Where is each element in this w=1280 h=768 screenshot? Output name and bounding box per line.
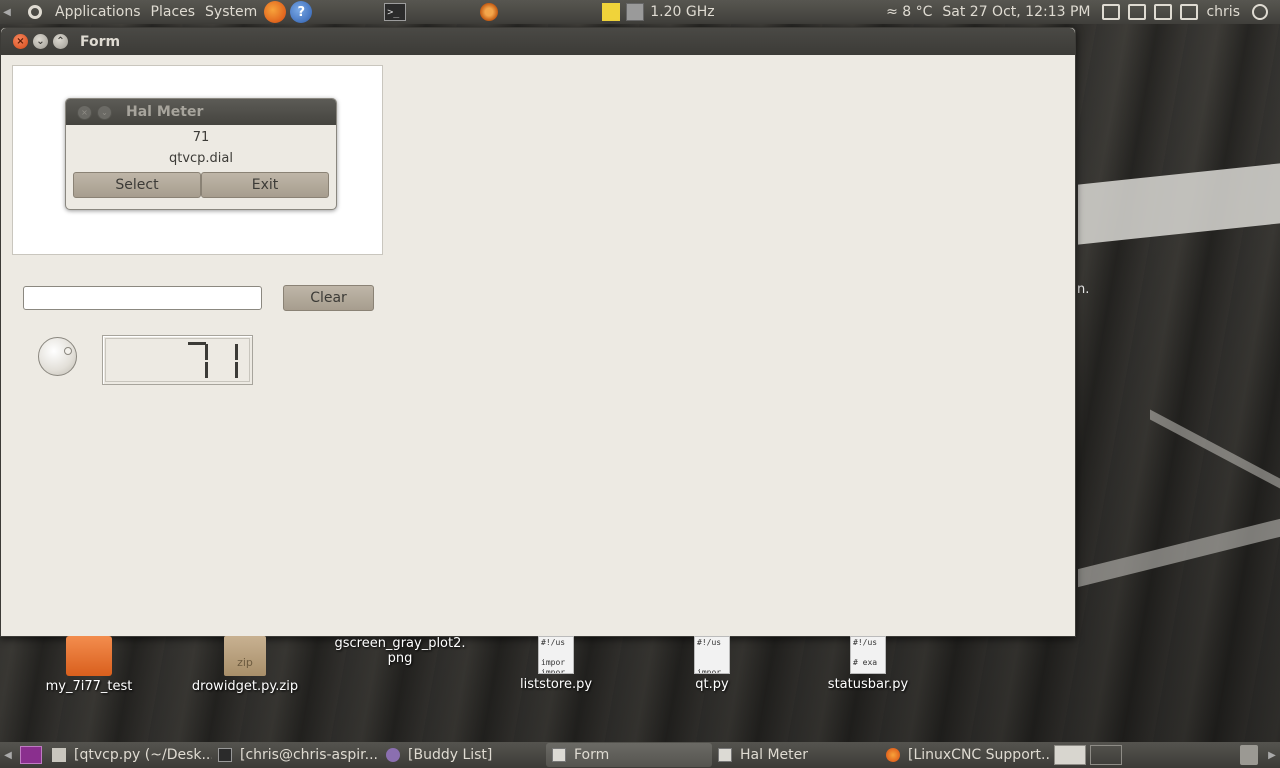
clear-button[interactable]: Clear — [283, 285, 374, 311]
wallpaper-beam — [1150, 409, 1280, 489]
lcd-segment — [235, 362, 238, 378]
file-preview: #!/us # exa — [853, 638, 878, 667]
taskbar-item-form[interactable]: Form — [546, 743, 712, 767]
menu-system[interactable]: System — [200, 4, 262, 20]
weather-applet[interactable]: ≈ 8 °C — [886, 4, 932, 20]
text-editor-icon — [52, 748, 66, 762]
taskbar-item-terminal[interactable]: [chris@chris-aspir... — [212, 743, 380, 767]
desktop-icon-label: png — [387, 651, 413, 666]
script-file-icon: #!/us impor — [694, 636, 730, 674]
taskbar-item-buddy-list[interactable]: [Buddy List] — [380, 743, 546, 767]
menu-places[interactable]: Places — [146, 4, 201, 20]
dial-notch — [64, 347, 72, 355]
user-menu[interactable]: chris — [1206, 4, 1240, 20]
desktop-icon-drowidget-zip[interactable]: zip drowidget.py.zip — [175, 636, 315, 694]
firefox-icon — [886, 748, 900, 762]
panel-left-arrow-icon[interactable]: ◀ — [0, 742, 16, 768]
workspace-2[interactable] — [1090, 745, 1122, 765]
desktop-icon-my-7i77-test[interactable]: my_7i77_test — [19, 636, 159, 694]
taskbar-item-label: [qtvcp.py (~/Desk... — [74, 747, 212, 763]
taskbar-item-label: Hal Meter — [740, 747, 808, 763]
desktop-icon-qt-py[interactable]: #!/us impor qt.py — [642, 636, 782, 692]
lcd-segment — [235, 344, 238, 360]
minimize-icon[interactable]: ⌄ — [97, 104, 112, 120]
taskbar-item-label: [chris@chris-aspir... — [240, 747, 379, 763]
script-file-icon: #!/us # exa — [850, 636, 886, 674]
maximize-icon[interactable]: ⌃ — [53, 34, 68, 49]
taskbar-item-qtvcp[interactable]: [qtvcp.py (~/Desk... — [46, 743, 212, 767]
bottom-panel: ◀ [qtvcp.py (~/Desk... [chris@chris-aspi… — [0, 742, 1280, 768]
workspace-1[interactable] — [1054, 745, 1086, 765]
terminal-icon — [218, 748, 232, 762]
cpu-frequency: 1.20 GHz — [650, 4, 715, 20]
lcd-segment — [205, 362, 208, 378]
terminal-launcher-icon[interactable]: >_ — [384, 3, 407, 21]
close-icon[interactable]: × — [13, 34, 28, 49]
lcd-display: 71 — [102, 335, 253, 385]
desktop-icon-label: liststore.py — [519, 677, 593, 692]
embedded-frame: × ⌄ Hal Meter 71 qtvcp.dial Select Exit — [12, 65, 383, 255]
app-launcher-icon[interactable] — [480, 3, 499, 21]
hal-meter-dialog: × ⌄ Hal Meter 71 qtvcp.dial Select Exit — [65, 98, 337, 210]
pidgin-icon — [386, 748, 400, 762]
display-icon[interactable] — [1154, 4, 1173, 20]
window-titlebar[interactable]: × ⌄ ⌃ Form — [1, 28, 1075, 55]
desktop-icon-gscreen-plot[interactable]: gscreen_gray_plot2. png — [330, 636, 470, 666]
hal-meter-value: 71 — [192, 130, 210, 145]
taskbar-item-label: [LinuxCNC Support... — [908, 747, 1050, 763]
file-preview: #!/us impor impor — [541, 638, 566, 674]
desktop-icon-label: my_7i77_test — [45, 679, 133, 694]
desktop-icon-statusbar-py[interactable]: #!/us # exa statusbar.py — [798, 636, 938, 692]
lcd-segment — [205, 344, 208, 360]
panel-left-arrow-icon[interactable]: ◀ — [0, 0, 14, 24]
hal-meter-pin: qtvcp.dial — [168, 151, 234, 166]
text-input[interactable] — [23, 286, 262, 310]
trash-icon[interactable] — [1240, 745, 1258, 765]
power-icon[interactable] — [1252, 4, 1268, 20]
window-title: Form — [80, 33, 121, 50]
ubuntu-logo-icon[interactable] — [24, 1, 46, 23]
show-desktop-icon[interactable] — [20, 746, 42, 764]
desktop-icon-label: qt.py — [695, 677, 729, 692]
lcd-value: 71 — [103, 336, 104, 337]
dial-knob[interactable] — [38, 337, 77, 376]
select-button[interactable]: Select — [73, 172, 201, 198]
form-window: × ⌄ ⌃ Form × ⌄ Hal Meter 71 qtvcp.dial S… — [0, 27, 1076, 637]
cpu-applet-icon[interactable] — [626, 3, 645, 21]
taskbar-item-label: Form — [574, 747, 610, 763]
menu-applications[interactable]: Applications — [50, 4, 146, 20]
desktop-icon-label: gscreen_gray_plot2. — [334, 636, 466, 651]
update-icon[interactable] — [1128, 4, 1147, 20]
wallpaper-beam — [1078, 518, 1280, 588]
desktop-icon-liststore-py[interactable]: #!/us impor impor liststore.py — [486, 636, 626, 692]
taskbar-item-linuxcnc[interactable]: [LinuxCNC Support... — [880, 743, 1050, 767]
panel-right-arrow-icon[interactable]: ▶ — [1264, 742, 1280, 768]
wifi-icon[interactable] — [1180, 4, 1199, 20]
clock[interactable]: Sat 27 Oct, 12:13 PM — [942, 4, 1090, 20]
close-icon[interactable]: × — [77, 104, 92, 120]
window-icon — [718, 748, 732, 762]
hal-meter-titlebar[interactable]: × ⌄ Hal Meter — [66, 99, 336, 125]
folder-icon — [66, 636, 112, 676]
firefox-launcher-icon[interactable] — [264, 1, 287, 23]
help-launcher-icon[interactable]: ? — [290, 1, 313, 23]
minimize-icon[interactable]: ⌄ — [33, 34, 48, 49]
window-icon — [552, 748, 566, 762]
lcd-digits — [188, 342, 238, 378]
zip-archive-icon: zip — [224, 636, 266, 676]
desktop-stray-text: n. — [1077, 282, 1090, 297]
hal-meter-title: Hal Meter — [126, 104, 204, 120]
taskbar-item-hal-meter[interactable]: Hal Meter — [712, 743, 880, 767]
exit-button[interactable]: Exit — [201, 172, 329, 198]
file-preview: #!/us impor — [697, 638, 722, 674]
lcd-segment — [188, 342, 206, 345]
desktop-icon-label: drowidget.py.zip — [191, 679, 299, 694]
wallpaper-beam — [1078, 163, 1280, 245]
desktop-icon-label: statusbar.py — [827, 677, 909, 692]
script-file-icon: #!/us impor impor — [538, 636, 574, 674]
notes-applet-icon[interactable] — [602, 3, 621, 21]
top-panel: ◀ Applications Places System ? >_ 1.20 G… — [0, 0, 1280, 24]
taskbar-item-label: [Buddy List] — [408, 747, 493, 763]
battery-icon[interactable] — [1102, 4, 1121, 20]
